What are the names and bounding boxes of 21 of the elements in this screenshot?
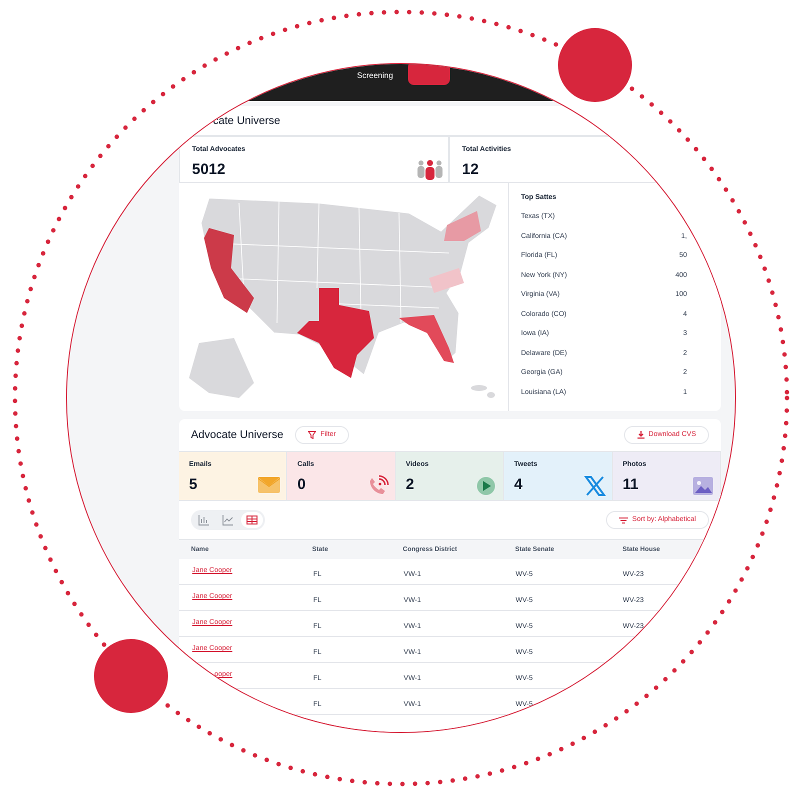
nav-tab[interactable]: Screening xyxy=(357,70,394,82)
x-logo-icon xyxy=(584,475,606,497)
table-icon xyxy=(246,514,258,526)
section-title: Advocate Universe xyxy=(191,428,284,443)
image-icon xyxy=(692,475,714,497)
sort-icon xyxy=(619,516,628,524)
stat-value: 12 xyxy=(462,160,479,180)
view-option[interactable] xyxy=(241,512,263,528)
tile-value: 0 xyxy=(297,474,306,494)
stat-value: 5012 xyxy=(192,160,226,180)
active-tab-pill[interactable] xyxy=(408,64,450,85)
play-icon xyxy=(475,475,498,497)
tile-value: 5 xyxy=(189,474,198,494)
line-chart-icon xyxy=(222,514,234,526)
download-icon xyxy=(636,431,645,439)
tile-value: 4 xyxy=(514,474,523,494)
tile-value: 2 xyxy=(406,474,414,494)
filter-icon xyxy=(308,431,316,439)
people-icon xyxy=(416,160,444,180)
tile-value: 11 xyxy=(622,474,638,494)
bar-chart-icon xyxy=(198,514,210,526)
